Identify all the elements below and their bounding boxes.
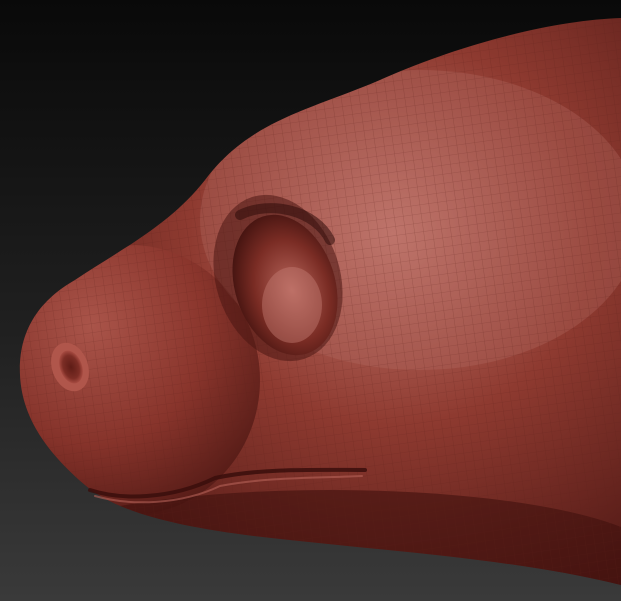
sculpt-render[interactable] [0, 0, 621, 601]
sculpt-viewport[interactable] [0, 0, 621, 601]
